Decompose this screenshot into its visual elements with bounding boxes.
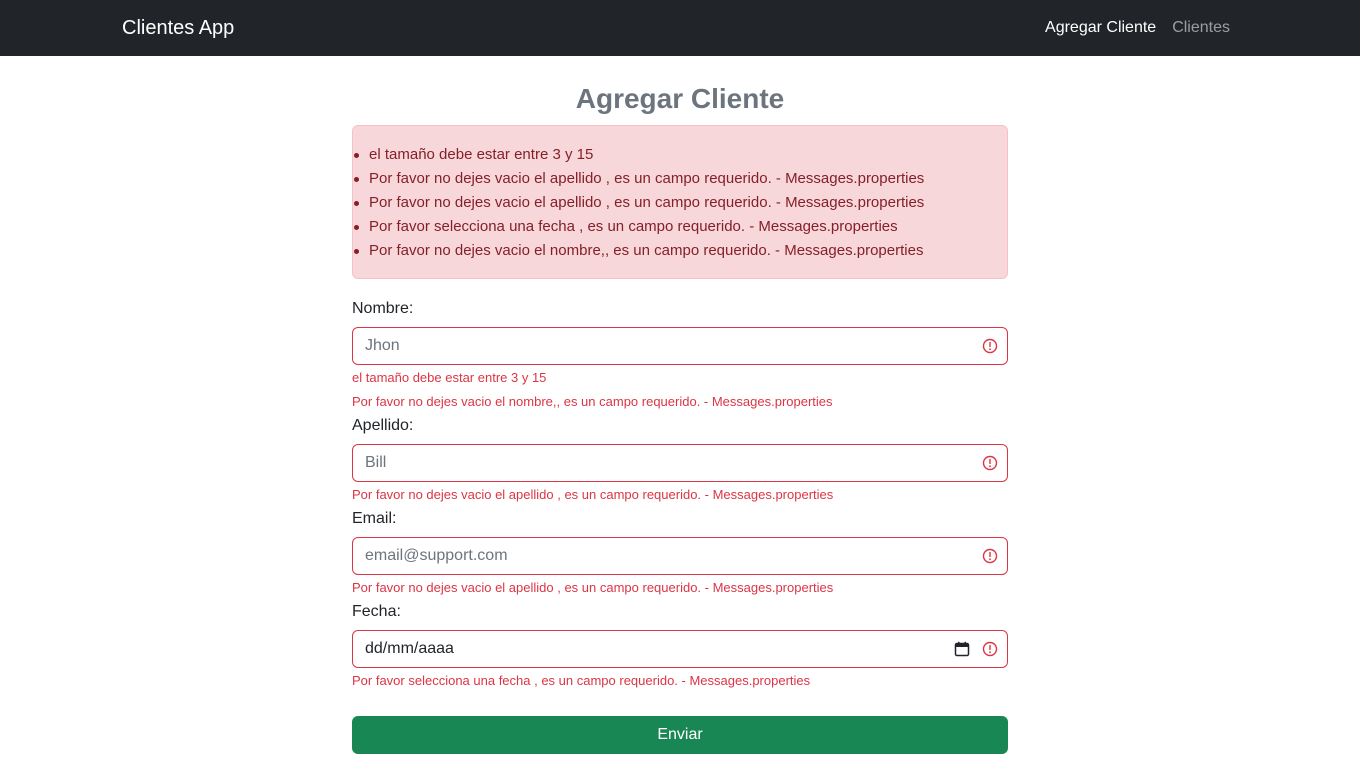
email-error: Por favor no dejes vacio el apellido , e… [352, 580, 834, 595]
main-content: Agregar Cliente el tamaño debe estar ent… [352, 56, 1008, 754]
navbar: Clientes App Agregar Cliente Clientes [0, 0, 1360, 56]
email-input-wrap: email@support.com [352, 537, 1008, 575]
nombre-input[interactable]: Jhon [352, 327, 1008, 365]
exclamation-circle-icon [982, 548, 998, 564]
nav-link-agregar-cliente[interactable]: Agregar Cliente [1045, 19, 1156, 37]
fecha-input[interactable]: dd/mm/aaaa [352, 630, 1008, 668]
nav-link-clientes[interactable]: Clientes [1172, 19, 1230, 37]
calendar-icon[interactable] [954, 641, 970, 657]
nombre-label: Nombre: [352, 300, 414, 317]
client-form: Nombre: Jhon el tamaño debe estar entre … [352, 297, 1008, 754]
error-list-item: Por favor no dejes vacio el apellido , e… [354, 191, 991, 215]
exclamation-circle-icon [982, 455, 998, 471]
submit-button[interactable]: Enviar [352, 716, 1008, 754]
page-title: Agregar Cliente [575, 83, 785, 114]
exclamation-circle-icon [982, 338, 998, 354]
error-list-item: Por favor no dejes vacio el nombre,, es … [354, 239, 991, 263]
error-alert: el tamaño debe estar entre 3 y 15 Por fa… [352, 125, 1008, 279]
exclamation-circle-icon [982, 641, 998, 657]
fecha-group: Fecha: dd/mm/aaaa Por favor selecciona u… [352, 600, 1008, 691]
email-input[interactable]: email@support.com [352, 537, 1008, 575]
nombre-error: Por favor no dejes vacio el nombre,, es … [352, 394, 833, 409]
fecha-error: Por favor selecciona una fecha , es un c… [352, 673, 811, 688]
email-group: Email: email@support.com Por favor no de… [352, 507, 1008, 598]
email-label: Email: [352, 510, 397, 527]
error-list-item: Por favor no dejes vacio el apellido , e… [354, 167, 991, 191]
error-list-item: el tamaño debe estar entre 3 y 15 [354, 143, 991, 167]
nombre-input-wrap: Jhon [352, 327, 1008, 365]
fecha-input-wrap: dd/mm/aaaa [352, 630, 1008, 668]
apellido-group: Apellido: Bill Por favor no dejes vacio … [352, 414, 1008, 505]
error-list: el tamaño debe estar entre 3 y 15 Por fa… [354, 143, 991, 263]
error-list-item: Por favor selecciona una fecha , es un c… [354, 215, 991, 239]
apellido-error: Por favor no dejes vacio el apellido , e… [352, 487, 834, 502]
nombre-error: el tamaño debe estar entre 3 y 15 [352, 370, 547, 385]
apellido-input[interactable]: Bill [352, 444, 1008, 482]
navbar-brand[interactable]: Clientes App [122, 17, 234, 40]
fecha-label: Fecha: [352, 603, 401, 620]
apellido-label: Apellido: [352, 417, 414, 434]
nav-links: Agregar Cliente Clientes [1045, 19, 1230, 37]
apellido-input-wrap: Bill [352, 444, 1008, 482]
nombre-group: Nombre: Jhon el tamaño debe estar entre … [352, 297, 1008, 412]
